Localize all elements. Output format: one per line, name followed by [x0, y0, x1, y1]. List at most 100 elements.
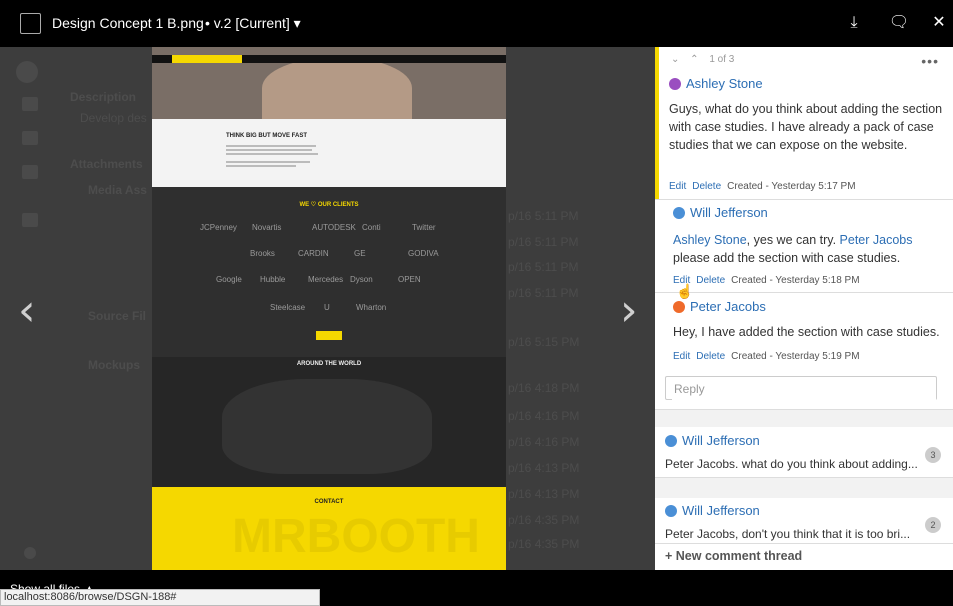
new-comment-thread-button[interactable]: + New comment thread — [655, 543, 953, 570]
client-logo: Wharton — [356, 303, 387, 312]
delete-link[interactable]: Delete — [696, 275, 725, 286]
reply-field[interactable] — [665, 376, 937, 400]
client-logo: Dyson — [350, 275, 373, 284]
client-logo: Twitter — [412, 223, 436, 232]
sidebar-icon — [22, 131, 38, 145]
file-title: Design Concept 1 B.png — [52, 15, 204, 31]
thread-author: Will Jefferson — [665, 503, 760, 518]
timestamp: p/16 5:11 PM — [508, 260, 579, 274]
more-options-icon[interactable]: ••• — [921, 53, 939, 69]
previous-arrow-icon[interactable]: ‹ — [18, 285, 36, 336]
client-logo: Mercedes — [308, 275, 344, 284]
client-logo: Hubble — [260, 275, 286, 284]
avatar — [673, 207, 685, 219]
chevron-down-icon[interactable]: ⌄ — [671, 54, 679, 65]
description-label: Description — [70, 90, 137, 104]
comment-thread[interactable]: Will Jefferson Peter Jacobs, don't you t… — [655, 497, 953, 547]
top-bar: Design Concept 1 B.png • v.2 [Current] ▾… — [0, 0, 953, 47]
preview-clients: WE ♡ OUR CLIENTS JCPenney Novartis AUTOD… — [152, 187, 506, 357]
world-map — [222, 379, 432, 474]
comment-counter: 1 of 3 — [709, 54, 735, 65]
client-logo: Brooks — [250, 249, 275, 258]
avatar — [669, 78, 681, 90]
clients-heading: WE ♡ OUR CLIENTS — [299, 202, 359, 208]
preview-contact: MRBOOTH CONTACT — [152, 487, 506, 570]
comment-author[interactable]: Ashley Stone — [669, 76, 763, 91]
comment-navigator: ⌄ ⌃ 1 of 3 — [671, 54, 742, 65]
timestamp: p/16 4:16 PM — [508, 435, 580, 449]
close-icon[interactable]: ✕ — [928, 12, 950, 34]
comment-icon[interactable]: 🗨 — [888, 12, 910, 34]
client-logo: Conti — [362, 223, 381, 232]
avatar — [16, 61, 38, 83]
media-label: Media Ass — [88, 183, 147, 197]
preview-watermark: MRBOOTH — [232, 510, 480, 563]
comments-panel: ⌄ ⌃ 1 of 3 ••• Ashley Stone Guys, what d… — [655, 47, 953, 570]
thread-preview: Peter Jacobs, don't you think that it is… — [665, 527, 911, 541]
world-heading: AROUND THE WORLD — [296, 361, 362, 367]
comment-author[interactable]: Will Jefferson — [673, 205, 768, 220]
preview-world: AROUND THE WORLD — [152, 357, 506, 487]
client-logo: JCPenney — [200, 223, 237, 232]
client-logo: GODIVA — [408, 249, 439, 258]
mention-link[interactable]: Ashley Stone — [673, 233, 747, 247]
settings-icon — [24, 547, 36, 559]
design-preview-image: THINK BIG BUT MOVE FAST WE ♡ OUR CLIENTS… — [152, 47, 506, 570]
avatar — [673, 301, 685, 313]
client-logo: Steelcase — [270, 303, 306, 312]
delete-link[interactable]: Delete — [696, 351, 725, 362]
comment-body: Ashley Stone, yes we can try. Peter Jaco… — [673, 233, 913, 265]
reply-input[interactable] — [672, 378, 936, 400]
image-file-icon — [20, 13, 41, 34]
timestamp: p/16 4:18 PM — [508, 381, 580, 395]
preview-intro: THINK BIG BUT MOVE FAST — [152, 119, 506, 187]
comment-body: Guys, what do you think about adding the… — [669, 102, 943, 152]
comment-meta: Edit Delete Created - Yesterday 5:19 PM — [673, 351, 860, 362]
edit-link[interactable]: Edit — [669, 181, 686, 192]
preview-button — [316, 331, 342, 340]
timestamp: p/16 4:16 PM — [508, 409, 580, 423]
client-logo: OPEN — [398, 275, 421, 284]
mention-link[interactable]: Peter Jacobs — [840, 233, 913, 247]
comment-active: ⌄ ⌃ 1 of 3 ••• Ashley Stone Guys, what d… — [655, 47, 953, 199]
avatar — [665, 505, 677, 517]
sidebar-icon — [22, 213, 38, 227]
client-logo: AUTODESK — [312, 223, 356, 232]
contact-heading: CONTACT — [314, 499, 344, 505]
timestamp: p/16 5:11 PM — [508, 209, 579, 223]
comment-thread[interactable]: Will Jefferson Peter Jacobs. what do you… — [655, 427, 953, 477]
comment-body: Hey, I have added the section with case … — [673, 325, 940, 339]
delete-link[interactable]: Delete — [692, 181, 721, 192]
hand-cursor-icon: ☝ — [676, 283, 694, 299]
thread-author: Will Jefferson — [665, 433, 760, 448]
source-label: Source Fil — [88, 309, 147, 323]
next-arrow-icon[interactable]: › — [620, 285, 638, 336]
download-icon[interactable]: ⤓ — [843, 12, 865, 34]
thread-preview: Peter Jacobs. what do you think about ad… — [665, 457, 918, 471]
preview-hero — [152, 47, 506, 119]
comment-meta: Edit Delete Created - Yesterday 5:17 PM — [669, 181, 856, 192]
version-dropdown[interactable]: • v.2 [Current] ▾ — [205, 15, 301, 32]
sidebar-icon — [22, 97, 38, 111]
edit-link[interactable]: Edit — [673, 351, 690, 362]
client-logo: U — [324, 303, 330, 312]
avatar — [665, 435, 677, 447]
chevron-up-icon[interactable]: ⌃ — [690, 54, 698, 65]
description-text: Develop des — [80, 111, 147, 125]
sidebar-icon — [22, 165, 38, 179]
timestamp: p/16 4:13 PM — [508, 461, 580, 475]
timestamp: p/16 5:15 PM — [508, 335, 580, 349]
status-url: localhost:8086/browse/DSGN-188# — [0, 589, 320, 606]
attachments-label: Attachments — [70, 157, 143, 171]
client-logo: Novartis — [252, 223, 282, 232]
comment-created: Created - Yesterday 5:18 PM — [731, 275, 860, 286]
comment-created: Created - Yesterday 5:19 PM — [731, 351, 860, 362]
client-logo: Google — [216, 275, 242, 284]
mockups-label: Mockups — [88, 358, 141, 372]
timestamp: p/16 4:35 PM — [508, 537, 580, 551]
timestamp: p/16 5:11 PM — [508, 286, 579, 300]
comment-author[interactable]: Peter Jacobs — [673, 299, 766, 314]
timestamp: p/16 4:13 PM — [508, 487, 580, 501]
comment-meta: Edit Delete Created - Yesterday 5:18 PM — [673, 275, 860, 286]
comment-created: Created - Yesterday 5:17 PM — [727, 181, 856, 192]
